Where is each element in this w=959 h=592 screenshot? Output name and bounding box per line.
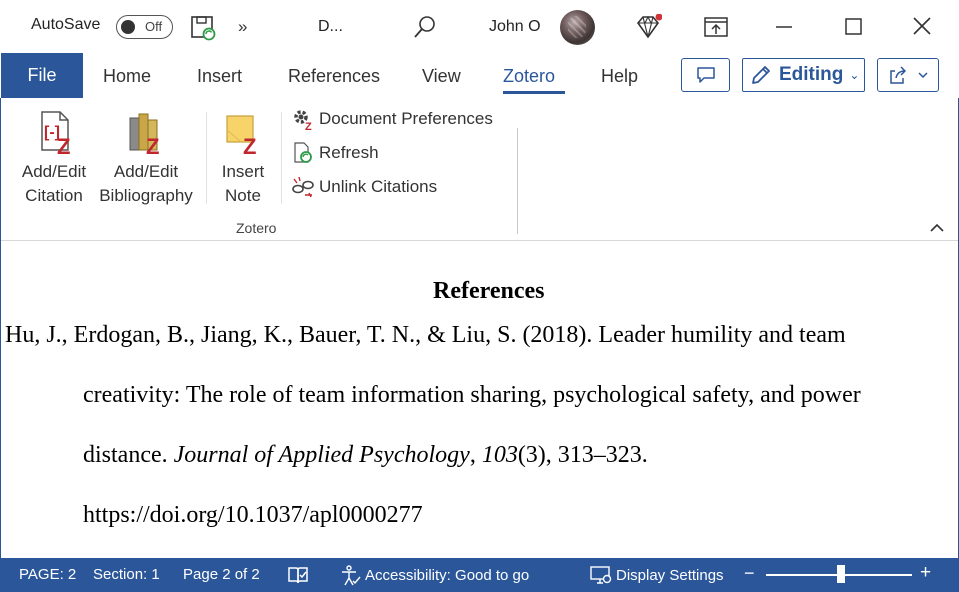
ribbon-group-label: Zotero <box>236 220 277 236</box>
zotero-ribbon: [-] Z Add/Edit Citation Z Add/Edit Bibli… <box>1 98 958 241</box>
ribbon-tabs: File Home Insert References View Zotero … <box>0 53 959 98</box>
document-preferences-button[interactable]: Z Document Preferences <box>291 107 493 131</box>
page-number-indicator[interactable]: PAGE: 2 <box>19 566 76 583</box>
ribbon-separator <box>281 112 282 204</box>
comments-button[interactable] <box>681 58 730 92</box>
display-settings-label: Display Settings <box>616 566 724 584</box>
tab-zotero[interactable]: Zotero <box>503 66 555 87</box>
zotero-citation-icon: [-] Z <box>41 111 70 156</box>
add-edit-citation-line2: Citation <box>25 186 83 205</box>
ribbon-group-separator <box>517 128 518 234</box>
tab-home[interactable]: Home <box>103 66 151 87</box>
volume-number: 103 <box>481 442 518 468</box>
zoom-in-button[interactable]: + <box>920 562 931 584</box>
insert-note-line1: Insert <box>221 162 265 181</box>
zoom-out-button[interactable]: − <box>744 563 755 584</box>
tab-insert[interactable]: Insert <box>197 66 242 87</box>
document-body[interactable]: References Hu, J., Erdogan, B., Jiang, K… <box>1 242 958 558</box>
accessibility-label: Accessibility: Good to go <box>365 566 530 584</box>
add-edit-bibliography-line1: Add/Edit <box>113 162 179 181</box>
section-indicator[interactable]: Section: 1 <box>93 566 160 583</box>
zotero-note-icon: Z <box>226 115 256 156</box>
add-edit-citation-line1: Add/Edit <box>21 162 87 181</box>
doi-link[interactable]: https://doi.org/10.1037/apl0000277 <box>83 502 423 529</box>
avatar[interactable] <box>560 10 595 45</box>
accessibility-checker[interactable]: Accessibility: Good to go <box>339 564 529 586</box>
svg-text:Z: Z <box>305 121 312 131</box>
tab-file[interactable]: File <box>1 53 83 98</box>
save-icon[interactable] <box>190 15 216 41</box>
minimize-icon[interactable] <box>768 12 800 42</box>
maximize-icon[interactable] <box>837 12 869 42</box>
svg-text:Z: Z <box>57 134 70 156</box>
close-icon[interactable] <box>906 12 938 42</box>
comment-icon <box>696 67 715 83</box>
book-icon[interactable] <box>287 564 309 586</box>
reference-line: Hu, J., Erdogan, B., Jiang, K., Bauer, T… <box>5 322 846 348</box>
display-settings-icon <box>590 566 612 584</box>
editing-label: Editing <box>779 64 844 85</box>
user-name[interactable]: John O <box>489 18 541 36</box>
svg-text:Z: Z <box>243 134 256 156</box>
search-icon[interactable] <box>413 15 437 39</box>
accessibility-icon <box>342 565 361 586</box>
page-count-indicator[interactable]: Page 2 of 2 <box>183 566 260 583</box>
insert-note-button[interactable]: Z Insert Note <box>213 108 273 208</box>
ribbon-display-icon[interactable] <box>700 12 732 42</box>
share-icon <box>890 66 907 84</box>
document-preferences-label: Document Preferences <box>319 109 493 128</box>
zoom-slider-thumb[interactable] <box>837 565 845 583</box>
references-heading: References <box>433 278 545 304</box>
title-bar: AutoSave Off » D... John O <box>0 0 959 53</box>
collapse-ribbon-icon[interactable] <box>929 222 945 234</box>
pencil-icon <box>752 66 770 84</box>
display-settings-button[interactable]: Display Settings <box>589 564 724 586</box>
diamond-icon[interactable] <box>634 14 662 40</box>
insert-note-line2: Note <box>225 186 261 205</box>
reference-line: creativity: The role of team information… <box>83 382 861 408</box>
autosave-label: AutoSave <box>31 16 101 33</box>
refresh-button[interactable]: Refresh <box>291 141 379 165</box>
status-bar: PAGE: 2 Section: 1 Page 2 of 2 Accessibi… <box>0 558 959 592</box>
journal-title: Journal of Applied Psychology <box>173 442 470 468</box>
active-tab-indicator <box>503 91 565 94</box>
more-icon[interactable]: » <box>238 17 247 37</box>
gear-icon: Z <box>294 110 312 131</box>
add-edit-bibliography-button[interactable]: Z Add/Edit Bibliography <box>95 108 197 208</box>
reference-text: , <box>469 442 482 468</box>
reference-line: distance. Journal of Applied Psychology,… <box>83 442 648 469</box>
toggle-knob <box>121 20 135 34</box>
svg-text:Z: Z <box>146 134 159 156</box>
refresh-icon <box>294 142 312 163</box>
tab-references[interactable]: References <box>288 66 380 87</box>
refresh-label: Refresh <box>319 143 379 162</box>
ribbon-separator <box>206 112 207 204</box>
unlink-icon <box>292 176 314 198</box>
unlink-citations-button[interactable]: Unlink Citations <box>291 175 437 199</box>
tab-view[interactable]: View <box>422 66 461 87</box>
reference-text: distance. <box>83 442 174 468</box>
reference-text: (3), 313–323. <box>517 442 648 468</box>
tab-help[interactable]: Help <box>601 66 638 87</box>
autosave-toggle[interactable]: Off <box>116 15 173 39</box>
share-button[interactable] <box>877 58 939 92</box>
chevron-down-icon <box>918 72 928 79</box>
chevron-down-icon: ⌄ <box>849 68 860 82</box>
add-edit-citation-button[interactable]: [-] Z Add/Edit Citation <box>14 108 94 208</box>
zotero-bibliography-icon: Z <box>129 113 159 156</box>
unlink-citations-label: Unlink Citations <box>319 177 438 196</box>
document-title[interactable]: D... <box>318 18 343 36</box>
autosave-state: Off <box>145 19 163 34</box>
editing-mode-button[interactable]: Editing ⌄ <box>742 58 865 92</box>
add-edit-bibliography-line2: Bibliography <box>99 186 193 205</box>
